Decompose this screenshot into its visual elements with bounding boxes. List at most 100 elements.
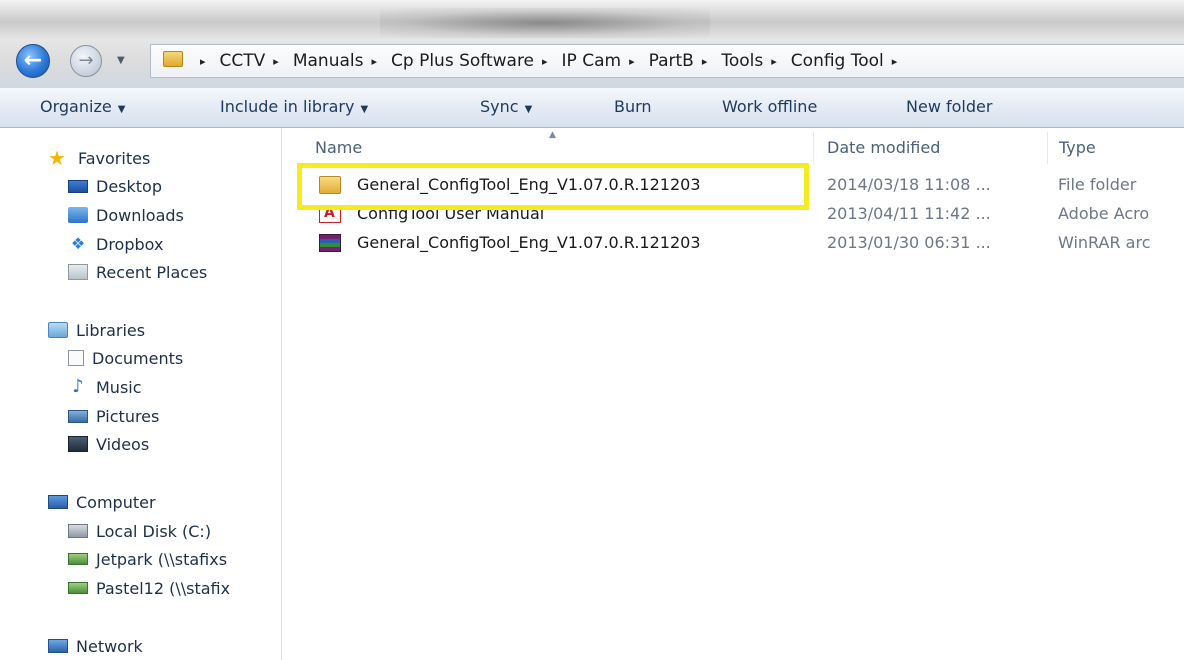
- organize-button[interactable]: Organize ▼: [40, 97, 125, 116]
- nav-item-label: Local Disk (C:): [96, 521, 212, 541]
- nav-favorites-label: Favorites: [78, 148, 151, 168]
- downloads-icon: [68, 207, 88, 223]
- nav-item-recent-places[interactable]: Recent Places: [68, 260, 207, 284]
- burn-button[interactable]: Burn: [614, 97, 652, 116]
- nav-item-music[interactable]: ♪ Music: [68, 375, 142, 399]
- nav-computer[interactable]: Computer: [48, 490, 156, 514]
- breadcrumb-item-manuals[interactable]: Manuals: [291, 51, 366, 71]
- file-list: ▲ Name Date modified Type General_Config…: [283, 128, 1184, 660]
- breadcrumb-item-cp-plus-software[interactable]: Cp Plus Software: [389, 51, 536, 71]
- include-in-library-label: Include in library: [220, 97, 355, 116]
- command-toolbar: Organize ▼ Include in library ▼ Sync ▼ Burn…: [0, 88, 1184, 128]
- file-row[interactable]: General_ConfigTool_Eng_V1.07.0.R.121203 …: [313, 172, 1184, 200]
- work-offline-button[interactable]: Work offline: [722, 97, 817, 116]
- recent-pages-dropdown-icon[interactable]: ▼: [117, 55, 125, 66]
- breadcrumb-item-partb[interactable]: PartB: [647, 51, 696, 71]
- breadcrumb-separator[interactable]: ▸: [542, 55, 548, 68]
- organize-label: Organize: [40, 97, 112, 116]
- breadcrumb-item-ip-cam[interactable]: IP Cam: [560, 51, 624, 71]
- breadcrumb-separator[interactable]: ▸: [273, 55, 279, 68]
- column-header-name[interactable]: Name: [315, 138, 362, 157]
- nav-item-label: Jetpark (\\stafixs: [96, 549, 228, 569]
- folder-icon: [319, 176, 341, 194]
- videos-icon: [68, 436, 88, 452]
- network-icon: [48, 639, 68, 653]
- title-bar-shading: [380, 8, 710, 38]
- file-name: General_ConfigTool_Eng_V1.07.0.R.121203: [357, 175, 701, 194]
- recent-places-icon: [68, 264, 88, 280]
- star-icon: ★: [48, 146, 66, 170]
- nav-item-label: Downloads: [96, 205, 184, 225]
- rar-archive-icon: [319, 234, 341, 252]
- breadcrumb-separator[interactable]: ▸: [629, 55, 635, 68]
- chevron-down-icon: ▼: [360, 104, 369, 115]
- nav-item-dropbox[interactable]: ❖ Dropbox: [68, 232, 164, 256]
- nav-network-label: Network: [76, 636, 143, 656]
- pdf-icon: [319, 205, 341, 223]
- sync-button[interactable]: Sync ▼: [480, 97, 532, 116]
- nav-network[interactable]: Network: [48, 634, 143, 658]
- file-row[interactable]: ConfigTool User Manual 2013/04/11 11:42 …: [313, 201, 1184, 229]
- file-type: File folder: [1058, 175, 1137, 194]
- file-type: Adobe Acro: [1058, 204, 1150, 223]
- network-drive-icon: [68, 582, 88, 594]
- nav-item-downloads[interactable]: Downloads: [68, 203, 184, 227]
- network-drive-icon: [68, 553, 88, 565]
- nav-item-label: Pictures: [96, 406, 160, 426]
- nav-item-label: Recent Places: [96, 262, 208, 282]
- hard-disk-icon: [68, 524, 88, 538]
- nav-libraries[interactable]: Libraries: [48, 318, 145, 342]
- breadcrumb: ▸ CCTV ▸ Manuals ▸ Cp Plus Software ▸ IP…: [194, 49, 909, 73]
- file-date-modified: 2013/04/11 11:42 ...: [827, 204, 991, 223]
- include-in-library-button[interactable]: Include in library ▼: [220, 97, 368, 116]
- chevron-down-icon: ▼: [524, 104, 533, 115]
- desktop-icon: [68, 179, 88, 193]
- new-folder-button[interactable]: New folder: [906, 97, 992, 116]
- file-type: WinRAR arc: [1058, 233, 1151, 252]
- nav-item-jetpark[interactable]: Jetpark (\\stafixs: [68, 547, 227, 571]
- breadcrumb-item-config-tool[interactable]: Config Tool: [789, 51, 886, 71]
- music-icon: ♪: [72, 376, 84, 397]
- nav-item-documents[interactable]: Documents: [68, 346, 183, 370]
- breadcrumb-separator[interactable]: ▸: [200, 55, 206, 68]
- file-row[interactable]: General_ConfigTool_Eng_V1.07.0.R.121203 …: [313, 230, 1184, 258]
- file-name: ConfigTool User Manual: [357, 204, 545, 223]
- column-divider[interactable]: [813, 132, 814, 164]
- nav-item-local-disk[interactable]: Local Disk (C:): [68, 519, 211, 543]
- dropbox-icon: ❖: [70, 234, 86, 253]
- nav-item-pictures[interactable]: Pictures: [68, 404, 159, 428]
- nav-computer-label: Computer: [76, 492, 156, 512]
- nav-item-desktop[interactable]: Desktop: [68, 174, 162, 198]
- folder-icon: [163, 51, 183, 67]
- column-header-date-modified[interactable]: Date modified: [827, 138, 940, 157]
- back-button[interactable]: ←: [16, 44, 50, 78]
- column-divider[interactable]: [1047, 132, 1048, 164]
- breadcrumb-separator[interactable]: ▸: [702, 55, 708, 68]
- nav-libraries-label: Libraries: [76, 320, 146, 340]
- file-date-modified: 2014/03/18 11:08 ...: [827, 175, 991, 194]
- nav-item-pastel12[interactable]: Pastel12 (\\stafix: [68, 576, 230, 600]
- navigation-pane: ★ Favorites Desktop Downloads ❖ Dropbox …: [0, 128, 282, 660]
- nav-item-label: Desktop: [96, 176, 162, 196]
- nav-item-label: Pastel12 (\\stafix: [96, 578, 231, 598]
- nav-favorites[interactable]: ★ Favorites: [48, 146, 150, 170]
- breadcrumb-item-cctv[interactable]: CCTV: [218, 51, 268, 71]
- libraries-icon: [48, 322, 68, 338]
- file-name: General_ConfigTool_Eng_V1.07.0.R.121203: [357, 233, 701, 252]
- chevron-down-icon: ▼: [117, 104, 126, 115]
- pictures-icon: [68, 409, 88, 423]
- nav-item-videos[interactable]: Videos: [68, 432, 149, 456]
- documents-icon: [68, 350, 84, 366]
- breadcrumb-item-tools[interactable]: Tools: [719, 51, 765, 71]
- breadcrumb-separator[interactable]: ▸: [371, 55, 377, 68]
- breadcrumb-separator[interactable]: ▸: [892, 55, 898, 68]
- nav-item-label: Dropbox: [96, 234, 164, 254]
- nav-item-label: Documents: [92, 348, 184, 368]
- forward-button[interactable]: →: [70, 45, 102, 77]
- nav-item-label: Music: [96, 377, 142, 397]
- sort-ascending-icon: ▲: [549, 130, 556, 140]
- breadcrumb-separator[interactable]: ▸: [771, 55, 777, 68]
- column-header-type[interactable]: Type: [1059, 138, 1096, 157]
- file-date-modified: 2013/01/30 06:31 ...: [827, 233, 991, 252]
- nav-item-label: Videos: [96, 434, 150, 454]
